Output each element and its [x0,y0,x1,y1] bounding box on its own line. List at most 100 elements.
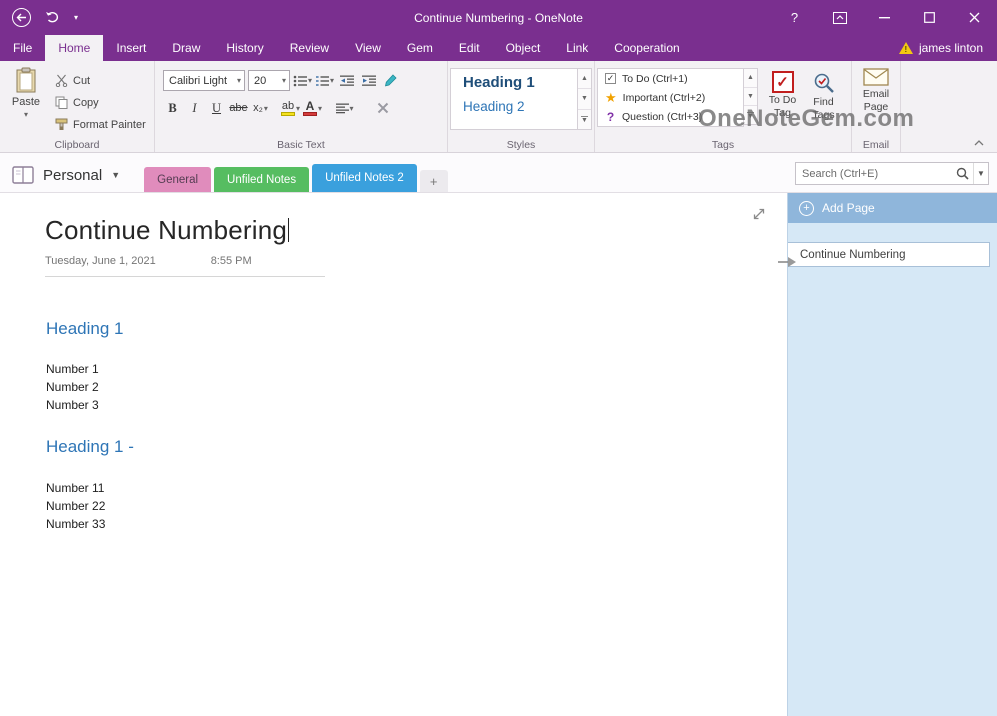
outdent-icon [340,75,354,87]
add-page-button[interactable]: + Add Page [788,193,997,223]
copy-button[interactable]: Copy [50,92,151,113]
ribbon-display-options-button[interactable] [817,0,862,35]
section-tab-unfiled-notes[interactable]: Unfiled Notes [214,167,309,192]
onenote-window: ▾ Continue Numbering - OneNote ? File [0,0,997,716]
help-button[interactable]: ? [772,0,817,35]
numbering-button[interactable]: ▾ [315,71,334,91]
section-tab-unfiled-notes-2[interactable]: Unfiled Notes 2 [312,164,417,192]
copy-icon [55,96,68,109]
tab-history[interactable]: History [213,35,276,61]
search-button[interactable] [951,163,973,184]
styles-more-button[interactable]: ▼ [578,110,591,129]
undo-icon [45,11,60,24]
increase-indent-button[interactable] [359,71,378,91]
tab-review[interactable]: Review [277,35,342,61]
page-time[interactable]: 8:55 PM [211,255,252,267]
add-section-button[interactable]: + [420,170,448,192]
font-color-button[interactable]: A ▾ [303,98,322,118]
numbered-list-icon [315,75,329,87]
paste-button[interactable]: Paste ▾ [2,64,50,137]
align-icon [336,103,349,114]
text-line[interactable]: Number 3 [46,396,787,414]
envelope-icon [863,67,889,87]
tab-link[interactable]: Link [553,35,601,61]
search-icon [956,167,969,180]
tab-home[interactable]: Home [45,35,103,61]
font-name-combo[interactable]: Calibri Light ▾ [163,70,245,91]
close-button[interactable] [952,0,997,35]
full-page-view-button[interactable] [751,206,767,222]
style-heading2[interactable]: Heading 2 [451,94,577,120]
page-date[interactable]: Tuesday, June 1, 2021 [45,255,156,267]
chevron-down-icon: ▾ [264,104,268,113]
heading-block[interactable]: Heading 1 - [46,437,787,457]
text-line[interactable]: Number 22 [46,497,787,515]
tag-todo[interactable]: ✓ To Do (Ctrl+1) [598,69,743,88]
bullets-button[interactable]: ▾ [293,71,312,91]
ribbon-tab-row: File Home Insert Draw History Review Vie… [0,35,997,61]
tab-object[interactable]: Object [493,35,554,61]
cut-button[interactable]: Cut [50,70,151,91]
text-line[interactable]: Number 11 [46,479,787,497]
strikethrough-button[interactable]: abe [229,98,248,118]
tags-scroll-down-button[interactable]: ▼ [744,88,757,107]
tab-view[interactable]: View [342,35,394,61]
tab-cooperation[interactable]: Cooperation [601,35,692,61]
customize-qat-button[interactable]: ▾ [74,13,78,22]
collapse-ribbon-button[interactable] [971,136,987,149]
page-title-block: Continue Numbering Tuesday, June 1, 2021… [45,215,325,277]
insert-page-arrow-icon[interactable] [777,254,797,270]
underline-button[interactable]: U [207,98,226,118]
bullet-list-icon [293,75,307,87]
account-button[interactable]: ! james linton [899,35,997,61]
tab-insert[interactable]: Insert [103,35,159,61]
page-title-input[interactable]: Continue Numbering [45,215,287,245]
notebook-icon [12,166,34,184]
user-name: james linton [919,41,983,55]
style-heading1[interactable]: Heading 1 [451,69,577,94]
styles-scroll-up-button[interactable]: ▲ [578,69,591,89]
text-cursor [288,218,289,242]
decrease-indent-button[interactable] [337,71,356,91]
bold-button[interactable]: B [163,98,182,118]
font-size-combo[interactable]: 20 ▾ [248,70,290,91]
tags-scroll-up-button[interactable]: ▲ [744,69,757,88]
text-line[interactable]: Number 2 [46,378,787,396]
dropdown-arrow-icon: ▾ [24,110,28,119]
styles-group: Heading 1 Heading 2 ▲ ▼ ▼ Styles [448,61,595,152]
highlight-button[interactable]: ab ▾ [281,98,300,118]
clear-formatting-button[interactable] [373,98,392,118]
page-list-item[interactable]: Continue Numbering [788,242,990,267]
page-meta: Tuesday, June 1, 2021 8:55 PM [45,255,325,267]
chevron-down-icon: ▾ [308,76,312,85]
font-color-swatch [303,112,317,116]
maximize-icon [924,12,935,23]
maximize-button[interactable] [907,0,952,35]
pen-button[interactable] [381,71,400,91]
chevron-down-icon: ▾ [318,104,322,113]
styles-scroll-down-button[interactable]: ▼ [578,89,591,109]
highlight-color-swatch [281,112,295,116]
back-arrow-icon [12,8,31,27]
section-tab-general[interactable]: General [144,167,211,192]
content-area: Continue Numbering Tuesday, June 1, 2021… [0,193,997,716]
notebook-switcher[interactable]: Personal ▼ [0,166,130,192]
text-line[interactable]: Number 33 [46,515,787,533]
italic-button[interactable]: I [185,98,204,118]
tab-gem[interactable]: Gem [394,35,446,61]
subscript-button[interactable]: x₂ ▾ [251,98,270,118]
tab-edit[interactable]: Edit [446,35,493,61]
search-scope-dropdown[interactable]: ▼ [973,163,988,184]
undo-button[interactable] [45,11,60,24]
page-canvas[interactable]: Continue Numbering Tuesday, June 1, 2021… [0,193,787,716]
search-input[interactable] [796,168,951,180]
minimize-button[interactable] [862,0,907,35]
heading-block[interactable]: Heading 1 [46,319,787,339]
clipboard-group-label: Clipboard [0,139,154,151]
text-line[interactable]: Number 1 [46,360,787,378]
format-painter-button[interactable]: Format Painter [50,114,151,135]
tab-draw[interactable]: Draw [159,35,213,61]
tab-file[interactable]: File [0,35,45,61]
back-button[interactable] [12,8,31,27]
paragraph-alignment-button[interactable]: ▾ [335,98,354,118]
